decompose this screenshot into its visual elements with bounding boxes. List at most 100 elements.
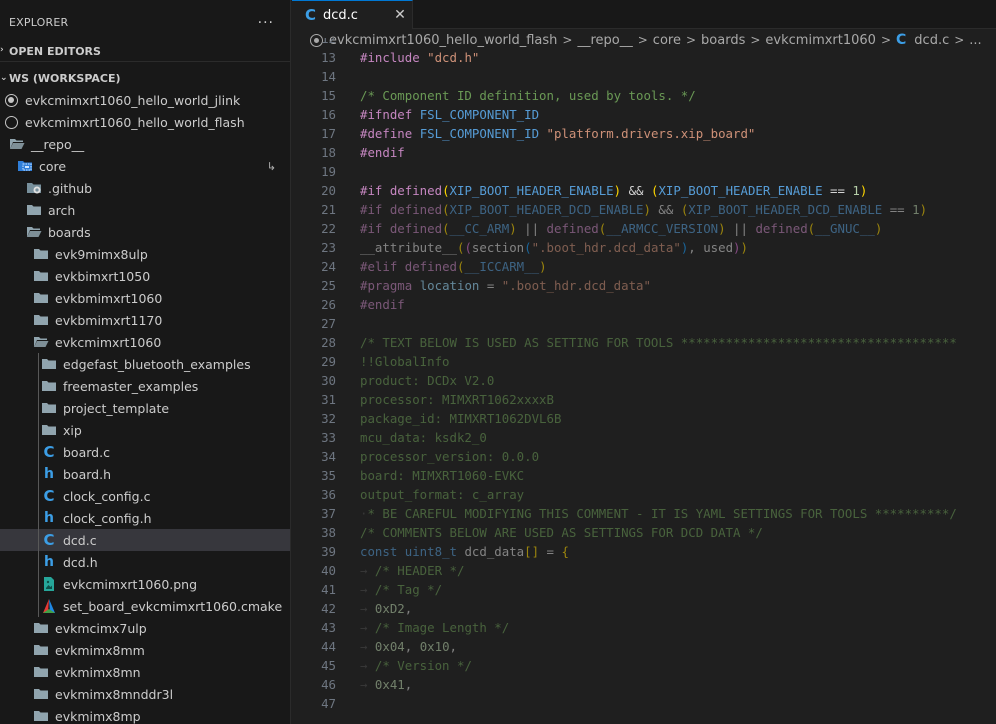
- code-text: → /* HEADER */: [336, 561, 996, 580]
- tree-item[interactable]: evk9mimx8ulp: [0, 243, 290, 265]
- code-line[interactable]: 34 processor_version: 0.0.0: [292, 447, 996, 466]
- code-line[interactable]: 42 → 0xD2,: [292, 599, 996, 618]
- explorer-header: EXPLORER ···: [0, 0, 290, 45]
- code-line[interactable]: 22 #if defined(__CC_ARM) || defined(__ARM…: [292, 219, 996, 238]
- tree-item[interactable]: boards: [0, 221, 290, 243]
- tree-item[interactable]: evkbmimxrt1060: [0, 287, 290, 309]
- h-file-icon: h: [44, 510, 54, 526]
- code-token: ): [919, 202, 928, 217]
- code-line[interactable]: 17 #define FSL_COMPONENT_ID "platform.dri…: [292, 124, 996, 143]
- tree-item[interactable]: evkcmimxrt1060.png: [0, 573, 290, 595]
- tree-item[interactable]: xip: [0, 419, 290, 441]
- close-icon[interactable]: ✕: [388, 7, 412, 23]
- cmake-file-icon: [41, 598, 57, 614]
- code-line[interactable]: 28 /* TEXT BELOW IS USED AS SETTING FOR T…: [292, 333, 996, 352]
- tree-item[interactable]: evkcmimxrt1060: [0, 331, 290, 353]
- tree-item[interactable]: evkmimx8mp: [0, 705, 290, 724]
- code-line[interactable]: 24 #elif defined(__ICCARM__): [292, 257, 996, 276]
- code-text: → 0xD2,: [336, 599, 996, 618]
- code-text: → /* Image Length */: [336, 618, 996, 637]
- tree-item[interactable]: evkmcimx7ulp: [0, 617, 290, 639]
- tree-item[interactable]: edgefast_bluetooth_examples: [0, 353, 290, 375]
- code-text: → /* Tag */: [336, 580, 996, 599]
- code-line[interactable]: 25 #pragma location = ".boot_hdr.dcd_data…: [292, 276, 996, 295]
- code-token: ".boot_hdr.dcd_data": [501, 278, 651, 293]
- code-line[interactable]: 40 → /* HEADER */: [292, 561, 996, 580]
- tree-item[interactable]: h clock_config.h: [0, 507, 290, 529]
- code-line[interactable]: 16 #ifndef FSL_COMPONENT_ID: [292, 105, 996, 124]
- tree-item[interactable]: h board.h: [0, 463, 290, 485]
- code-line[interactable]: 14: [292, 67, 996, 86]
- code-token: package_id: MIMXRT1062DVL6B: [360, 411, 562, 426]
- code-line[interactable]: 46 → 0x41,: [292, 675, 996, 694]
- code-text: → 0x04, 0x10,: [336, 637, 996, 656]
- tree-item[interactable]: h dcd.h: [0, 551, 290, 573]
- tree-item[interactable]: Cboard.c: [0, 441, 290, 463]
- line-number: 41: [321, 582, 336, 597]
- code-line[interactable]: 15 /* Component ID definition, used by to…: [292, 86, 996, 105]
- tree-item[interactable]: Cdcd.c: [0, 529, 290, 551]
- code-line[interactable]: 43 → /* Image Length */: [292, 618, 996, 637]
- code-line[interactable]: 45 → /* Version */: [292, 656, 996, 675]
- code-line[interactable]: 41 → /* Tag */: [292, 580, 996, 599]
- code-line[interactable]: 39 const uint8_t dcd_data[] = {: [292, 542, 996, 561]
- code-line[interactable]: 38 /* COMMENTS BELOW ARE USED AS SETTINGS…: [292, 523, 996, 542]
- folder-icon: [33, 290, 49, 306]
- tree-item[interactable]: evkmimx8mn: [0, 661, 290, 683]
- tree-item-label: board.c: [63, 444, 110, 460]
- code-text: #ifndef FSL_COMPONENT_ID: [336, 105, 996, 124]
- code-line[interactable]: 18 #endif: [292, 143, 996, 162]
- more-actions-icon[interactable]: ···: [258, 15, 274, 31]
- open-editors-section[interactable]: › OPEN EDITORS: [0, 45, 290, 62]
- code-line[interactable]: 23 __attribute__((section(".boot_hdr.dcd_…: [292, 238, 996, 257]
- line-number: 16: [321, 107, 336, 122]
- code-line[interactable]: 47: [292, 694, 996, 713]
- folder-icon: [41, 378, 57, 394]
- tree-item[interactable]: freemaster_examples: [0, 375, 290, 397]
- code-line[interactable]: 13 #include "dcd.h": [292, 48, 996, 67]
- code-line[interactable]: 26 #endif: [292, 295, 996, 314]
- line-number: 32: [321, 411, 336, 426]
- tree-item[interactable]: arch: [0, 199, 290, 221]
- tree-item[interactable]: evkcmimxrt1060_hello_world_jlink: [0, 89, 290, 111]
- code-line[interactable]: 44 → 0x04, 0x10,: [292, 637, 996, 656]
- code-line[interactable]: 30 product: DCDx V2.0: [292, 371, 996, 390]
- code-line[interactable]: 20 #if defined(XIP_BOOT_HEADER_ENABLE) &&…: [292, 181, 996, 200]
- tree-item[interactable]: evkmimx8mnddr3l: [0, 683, 290, 705]
- indent-guide: [38, 595, 39, 617]
- tree-item[interactable]: Cclock_config.c: [0, 485, 290, 507]
- code-line[interactable]: 27: [292, 314, 996, 333]
- code-line[interactable]: 37 ·* BE CAREFUL MODIFYING THIS COMMENT -…: [292, 504, 996, 523]
- workspace-section[interactable]: ⌄ WS (WORKSPACE): [0, 67, 290, 89]
- file-tree: evkcmimxrt1060_hello_world_jlink evkcmimx…: [0, 89, 290, 724]
- tab-dcd-c[interactable]: C dcd.c ✕: [292, 0, 413, 29]
- code-text: #include "dcd.h": [336, 48, 996, 67]
- code-line[interactable]: 21 #if defined(XIP_BOOT_HEADER_DCD_ENABLE…: [292, 200, 996, 219]
- code-token: &&: [650, 202, 681, 217]
- code-line[interactable]: 36 output_format: c_array: [292, 485, 996, 504]
- code-text: #pragma location = ".boot_hdr.dcd_data": [336, 276, 996, 295]
- code-line[interactable]: 33 mcu_data: ksdk2_0: [292, 428, 996, 447]
- code-token: /* Component ID definition, used by tool…: [360, 88, 696, 103]
- code-text: #if defined(XIP_BOOT_HEADER_ENABLE) && (…: [336, 181, 996, 200]
- code-line[interactable]: 12: [292, 38, 996, 48]
- line-number: 25: [321, 278, 336, 293]
- line-number: 18: [321, 145, 336, 160]
- code-line[interactable]: 32 package_id: MIMXRT1062DVL6B: [292, 409, 996, 428]
- code-line[interactable]: 29 !!GlobalInfo: [292, 352, 996, 371]
- tree-item[interactable]: project_template: [0, 397, 290, 419]
- code-line[interactable]: 19: [292, 162, 996, 181]
- tree-item[interactable]: evkcmimxrt1060_hello_world_flash: [0, 111, 290, 133]
- tree-item[interactable]: core ↳: [0, 155, 290, 177]
- tree-item[interactable]: evkbmimxrt1170: [0, 309, 290, 331]
- tree-item[interactable]: evkmimx8mm: [0, 639, 290, 661]
- tree-item[interactable]: set_board_evkcmimxrt1060.cmake: [0, 595, 290, 617]
- code-line[interactable]: 31 processor: MIMXRT1062xxxxB: [292, 390, 996, 409]
- tree-item[interactable]: __repo__: [0, 133, 290, 155]
- tree-item-label: __repo__: [31, 136, 85, 152]
- tree-item[interactable]: .github: [0, 177, 290, 199]
- tree-item[interactable]: evkbimxrt1050: [0, 265, 290, 287]
- code-editor[interactable]: 12 13 #include "dcd.h" 14 15/* Component ID …: [292, 38, 996, 724]
- code-line[interactable]: 35 board: MIMXRT1060-EVKC: [292, 466, 996, 485]
